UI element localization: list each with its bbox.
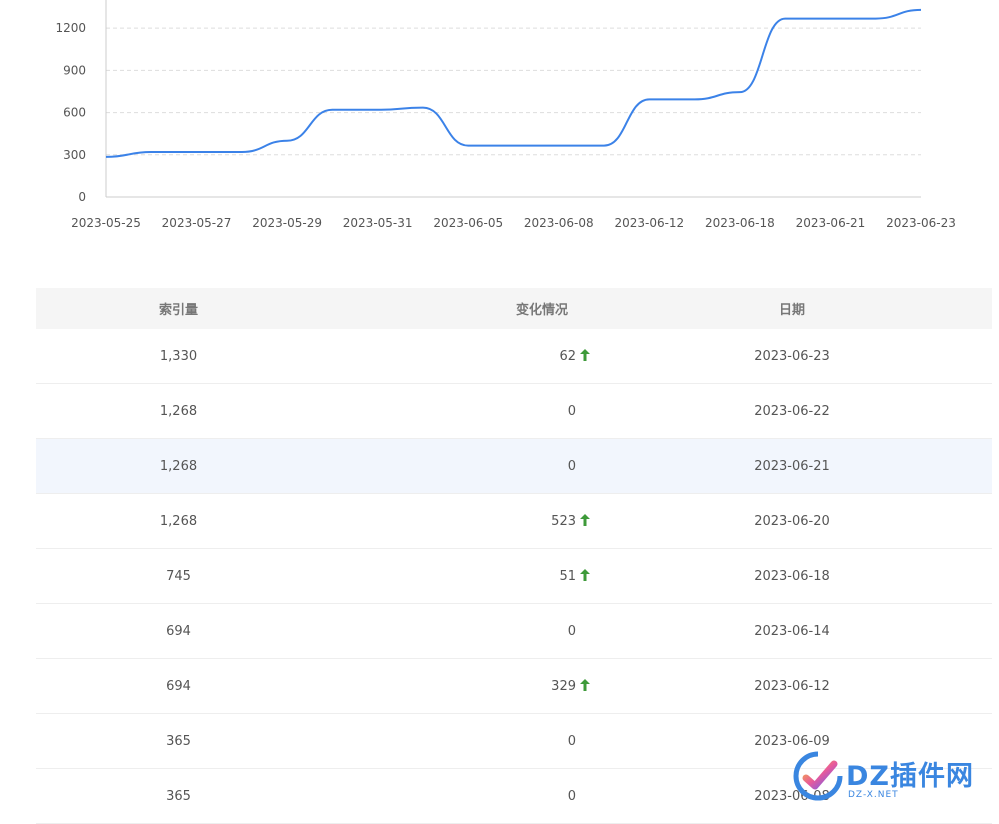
index-table: 索引量 变化情况 日期 1,330 62 2023-06-23 1,268 0 2023…	[36, 288, 992, 824]
cell-date: 2023-06-09	[754, 733, 830, 749]
arrow-up-icon	[578, 348, 592, 364]
watermark-logo: DZ插件网 DZ-X.NET	[790, 748, 999, 808]
x-tick-label: 2023-06-12	[614, 216, 684, 230]
change-value: 51	[559, 568, 576, 584]
arrow-placeholder	[578, 404, 592, 419]
arrow-up-icon	[578, 513, 592, 529]
header-index[interactable]: 索引量	[36, 299, 321, 318]
x-tick-label: 2023-06-21	[796, 216, 866, 230]
cell-index: 365	[166, 733, 191, 749]
cell-date: 2023-06-14	[754, 623, 830, 639]
logo-check-icon	[793, 751, 843, 801]
arrow-up-icon	[578, 678, 592, 694]
cell-change: 0	[321, 734, 592, 749]
arrow-up-icon	[578, 568, 592, 584]
cell-date: 2023-06-23	[754, 348, 830, 364]
arrow-placeholder	[578, 624, 592, 639]
y-tick-label: 300	[63, 148, 86, 162]
x-tick-label: 2023-06-05	[433, 216, 503, 230]
watermark-subtext: DZ-X.NET	[848, 790, 899, 800]
cell-index: 745	[166, 568, 191, 584]
table-row[interactable]: 745 51 2023-06-18	[36, 549, 992, 604]
x-tick-label: 2023-06-23	[886, 216, 956, 230]
cell-change: 0	[321, 404, 592, 419]
cell-index: 1,268	[159, 458, 198, 474]
y-tick-label: 600	[63, 106, 86, 120]
x-tick-label: 2023-06-18	[705, 216, 775, 230]
table-header-row: 索引量 变化情况 日期	[36, 288, 992, 329]
series-line[interactable]	[105, 8, 922, 158]
change-value: 523	[551, 513, 576, 529]
cell-change: 51	[321, 568, 592, 584]
table-row[interactable]: 1,330 62 2023-06-23	[36, 329, 992, 384]
cell-index: 365	[166, 788, 191, 804]
cell-date: 2023-06-21	[754, 458, 830, 474]
change-value: 62	[559, 348, 576, 364]
change-value: 0	[567, 788, 576, 804]
line-chart-svg: 0 300 600 900 1200 2023-05-25 2023-05-27 2023-0…	[55, 0, 956, 230]
arrow-placeholder	[578, 789, 592, 804]
x-tick-label: 2023-05-31	[343, 216, 413, 230]
table-row[interactable]: 1,268 523 2023-06-20	[36, 494, 992, 549]
y-tick-label: 900	[63, 63, 86, 77]
header-change[interactable]: 变化情况	[321, 299, 592, 318]
table-row[interactable]: 1,268 0 2023-06-22	[36, 384, 992, 439]
cell-change: 62	[321, 348, 592, 364]
change-value: 0	[567, 458, 576, 474]
header-date[interactable]: 日期	[592, 299, 992, 318]
arrow-placeholder	[578, 459, 592, 474]
table-row[interactable]: 694 329 2023-06-12	[36, 659, 992, 714]
cell-change: 0	[321, 789, 592, 804]
cell-index: 694	[166, 623, 191, 639]
table-row[interactable]: 694 0 2023-06-14	[36, 604, 992, 659]
change-value: 0	[567, 403, 576, 419]
cell-index: 694	[166, 678, 191, 694]
cell-change: 0	[321, 624, 592, 639]
change-value: 0	[567, 733, 576, 749]
watermark-text: DZ插件网	[846, 761, 974, 792]
cell-date: 2023-06-18	[754, 568, 830, 584]
change-value: 0	[567, 623, 576, 639]
arrow-placeholder	[578, 734, 592, 749]
y-tick-label: 0	[78, 190, 86, 204]
x-tick-label: 2023-05-29	[252, 216, 322, 230]
x-tick-label: 2023-05-27	[162, 216, 232, 230]
y-tick-label: 1200	[55, 21, 86, 35]
x-tick-label: 2023-05-25	[71, 216, 141, 230]
cell-change: 0	[321, 459, 592, 474]
cell-index: 1,330	[159, 348, 198, 364]
x-tick-label: 2023-06-08	[524, 216, 594, 230]
header-change-label: 变化情况	[515, 303, 568, 318]
index-chart: 0 300 600 900 1200 2023-05-25 2023-05-27 2023-0…	[0, 0, 999, 250]
cell-change: 329	[321, 678, 592, 694]
cell-date: 2023-06-20	[754, 513, 830, 529]
table-row[interactable]: 1,268 0 2023-06-21	[36, 439, 992, 494]
cell-index: 1,268	[159, 513, 198, 529]
cell-date: 2023-06-12	[754, 678, 830, 694]
cell-date: 2023-06-22	[754, 403, 830, 419]
change-value: 329	[551, 678, 576, 694]
cell-change: 523	[321, 513, 592, 529]
cell-index: 1,268	[159, 403, 198, 419]
